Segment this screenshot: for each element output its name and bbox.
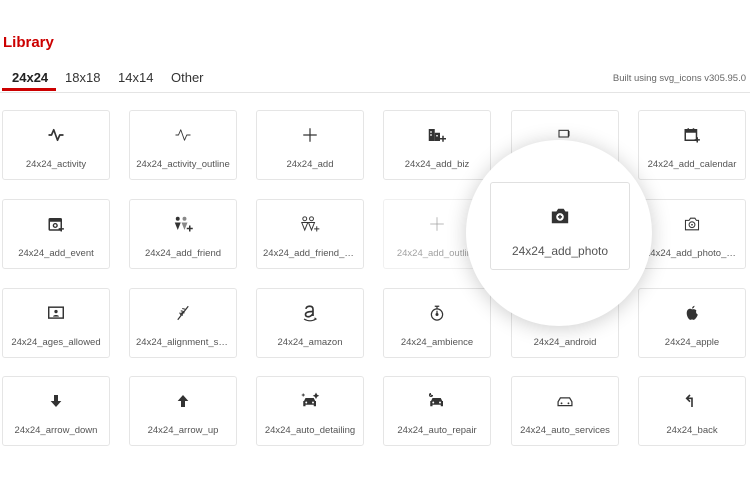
- auto-services-icon: [557, 397, 573, 407]
- icon-label: 24x24_add_friend: [144, 248, 222, 259]
- icon-label: 24x24_alignment_services: [136, 337, 230, 348]
- tab-18x18[interactable]: 18x18: [65, 70, 100, 93]
- icon-label: 24x24_add_biz: [404, 159, 470, 170]
- add-friend-outline-icon: [301, 216, 320, 232]
- icon-label: 24x24_ages_allowed: [11, 337, 101, 348]
- add-photo-icon: [551, 208, 569, 224]
- icon-label: 24x24_auto_services: [520, 425, 610, 436]
- version-note: Built using svg_icons v305.95.0: [612, 73, 746, 84]
- ambience-icon: [430, 305, 444, 321]
- icon-label: 24x24_amazon: [277, 337, 343, 348]
- icon-card[interactable]: 24x24_ambience: [383, 288, 491, 358]
- activity-icon: [48, 128, 64, 142]
- zoomed-icon-card[interactable]: 24x24_add_photo: [490, 182, 630, 270]
- icon-card[interactable]: 24x24_add_biz: [383, 110, 491, 180]
- icon-label: 24x24_add: [286, 159, 334, 170]
- icon-card[interactable]: 24x24_back: [638, 376, 746, 446]
- icon-card[interactable]: 24x24_add_photo_outline: [638, 199, 746, 269]
- icon-card[interactable]: 24x24_arrow_down: [2, 376, 110, 446]
- ages-allowed-icon: [48, 306, 64, 319]
- icon-label: 24x24_add_photo_outline: [645, 248, 739, 259]
- zoomed-icon-label: 24x24_add_photo: [511, 244, 609, 258]
- tab-other[interactable]: Other: [171, 70, 204, 93]
- icon-card[interactable]: 24x24_auto_repair: [383, 376, 491, 446]
- icon-card[interactable]: 24x24_ages_allowed: [2, 288, 110, 358]
- icon-label: 24x24_auto_repair: [397, 425, 477, 436]
- icon-label: 24x24_apple: [664, 337, 720, 348]
- icon-card[interactable]: 24x24_add: [256, 110, 364, 180]
- active-tab-indicator: [2, 88, 56, 91]
- icon-card[interactable]: 24x24_activity: [2, 110, 110, 180]
- icon-label: 24x24_add_friend_outline: [263, 248, 357, 259]
- add-photo-outline-icon: [684, 217, 700, 231]
- apple-icon: [686, 305, 698, 320]
- page-title: Library: [3, 34, 54, 51]
- icon-card[interactable]: 24x24_auto_detailing: [256, 376, 364, 446]
- alignment-services-icon: [177, 305, 189, 321]
- activity-outline-icon: [175, 129, 191, 141]
- icon-label: 24x24_auto_detailing: [264, 425, 356, 436]
- back-icon: [685, 394, 693, 407]
- icon-card[interactable]: 24x24_apple: [638, 288, 746, 358]
- icon-card[interactable]: 24x24_arrow_up: [129, 376, 237, 446]
- icon-label: 24x24_activity: [25, 159, 87, 170]
- arrow-down-icon: [50, 395, 62, 407]
- icon-label: 24x24_activity_outline: [136, 159, 230, 170]
- size-tabs: 24x24 18x18 14x14 Other Built using svg_…: [0, 66, 750, 93]
- icon-label: 24x24_ambience: [400, 337, 474, 348]
- add-outline-icon: [430, 217, 444, 231]
- icon-card[interactable]: 24x24_add_event: [2, 199, 110, 269]
- icon-label: 24x24_arrow_up: [147, 425, 219, 436]
- add-icon: [303, 128, 317, 142]
- auto-detailing-icon: [301, 392, 320, 407]
- add-friend-icon: [174, 216, 193, 232]
- icon-label: 24x24_add_event: [18, 248, 94, 259]
- icon-label: 24x24_arrow_down: [14, 425, 98, 436]
- icon-card[interactable]: 24x24_auto_services: [511, 376, 619, 446]
- arrow-up-icon: [177, 395, 189, 407]
- add-event-icon: [48, 218, 64, 232]
- icon-label: 24x24_back: [666, 425, 718, 436]
- icon-label: 24x24_add_calendar: [647, 159, 737, 170]
- amazon-icon: [303, 305, 318, 322]
- icon-label: 24x24_android: [533, 337, 597, 348]
- icon-card[interactable]: 24x24_add_friend: [129, 199, 237, 269]
- add-biz-icon: [428, 129, 446, 142]
- icon-card[interactable]: 24x24_activity_outline: [129, 110, 237, 180]
- icon-card[interactable]: 24x24_add_calendar: [638, 110, 746, 180]
- icon-card[interactable]: 24x24_alignment_services: [129, 288, 237, 358]
- tab-14x14[interactable]: 14x14: [118, 70, 153, 93]
- icon-card[interactable]: 24x24_add_friend_outline: [256, 199, 364, 269]
- icon-card[interactable]: 24x24_amazon: [256, 288, 364, 358]
- auto-repair-icon: [429, 392, 443, 407]
- add-calendar-icon: [684, 128, 700, 143]
